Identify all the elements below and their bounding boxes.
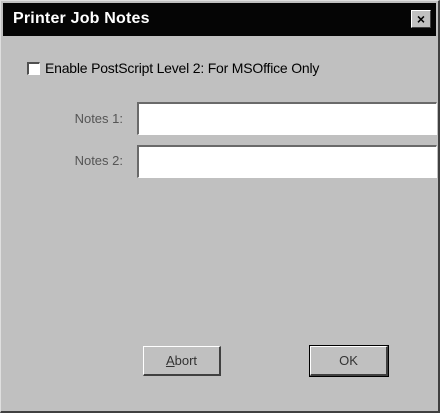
- printer-job-notes-dialog: Printer Job Notes × Enable PostScript Le…: [0, 0, 440, 413]
- postscript-option[interactable]: Enable PostScript Level 2: For MSOffice …: [27, 60, 319, 76]
- title-bar: Printer Job Notes ×: [3, 3, 436, 36]
- notes2-label: Notes 2:: [74, 153, 123, 168]
- abort-label: bort: [174, 353, 198, 368]
- ok-label: OK: [339, 353, 358, 368]
- abort-mnemonic: A: [165, 353, 175, 368]
- notes1-field[interactable]: [137, 102, 437, 135]
- notes1-label: Notes 1:: [74, 111, 123, 126]
- close-icon: ×: [416, 11, 426, 27]
- postscript-checkbox-label: Enable PostScript Level 2: For MSOffice …: [45, 60, 320, 76]
- notes2-field[interactable]: [137, 145, 437, 178]
- checkbox-icon[interactable]: [27, 61, 40, 75]
- close-button[interactable]: ×: [411, 10, 431, 28]
- window-title: Printer Job Notes: [13, 10, 150, 27]
- abort-button[interactable]: Abort: [143, 346, 221, 376]
- ok-button[interactable]: OK: [309, 345, 389, 377]
